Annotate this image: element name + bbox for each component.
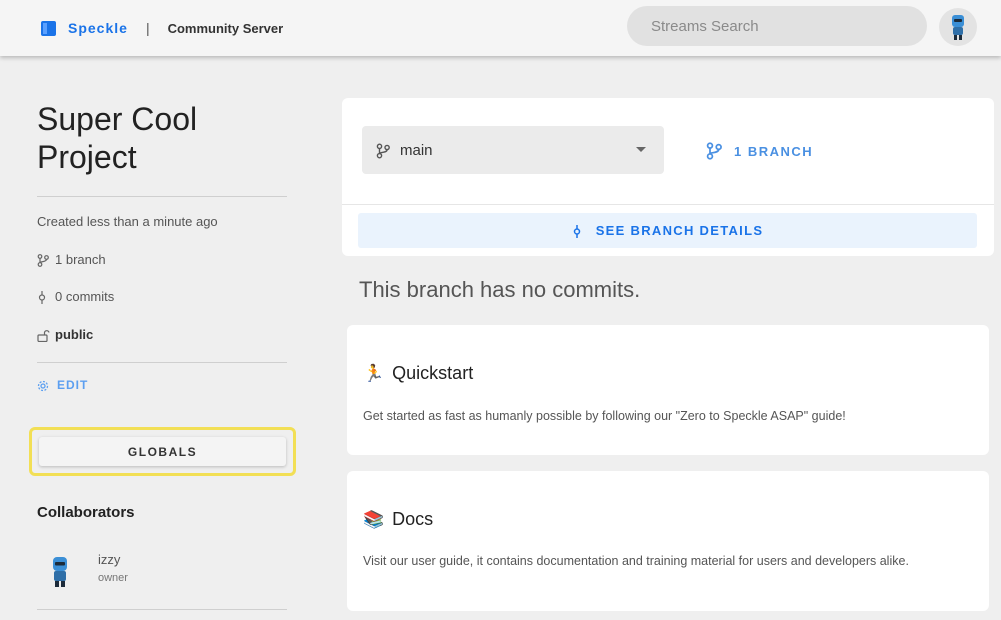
commit-icon	[37, 289, 55, 305]
branch-icon	[376, 141, 390, 158]
edit-stream-button[interactable]: EDIT	[37, 378, 287, 392]
runner-icon: 🏃	[363, 363, 385, 383]
visibility-info: public	[37, 327, 287, 343]
branch-card: main 1 BRANCH SEE BRANCH DETAILS	[342, 98, 994, 256]
collaborator-item[interactable]: izzy owner	[48, 545, 128, 591]
robot-avatar-icon	[53, 557, 67, 587]
commits-count: 0 commits	[55, 289, 115, 305]
edit-label: EDIT	[57, 378, 89, 393]
branch-count-button[interactable]: 1 BRANCH	[706, 142, 813, 160]
empty-state-message: This branch has no commits.	[359, 277, 641, 302]
speckle-logo-icon	[41, 20, 56, 36]
quickstart-title: 🏃 Quickstart	[363, 363, 473, 384]
created-info: Created less than a minute ago	[37, 214, 287, 229]
see-branch-details-button[interactable]: SEE BRANCH DETAILS	[358, 213, 977, 248]
branch-select[interactable]: main	[362, 126, 664, 174]
chevron-down-icon	[636, 147, 646, 152]
docs-card[interactable]: 📚 Docs Visit our user guide, it contains…	[347, 471, 989, 611]
globals-label: GLOBALS	[127, 444, 198, 459]
brand[interactable]: Speckle | Community Server	[41, 20, 283, 36]
streams-search-input[interactable]: Streams Search	[627, 6, 927, 46]
brand-separator: |	[145, 20, 150, 36]
branches-info: 1 branch	[37, 252, 287, 267]
branches-count: 1 branch	[55, 252, 106, 268]
app-bar: Speckle | Community Server Streams Searc…	[0, 0, 1001, 56]
collaborator-info: izzy owner	[98, 552, 128, 584]
stream-sidebar: Super Cool Project Created less than a m…	[37, 100, 287, 392]
collaborator-role: owner	[98, 572, 128, 584]
globals-button[interactable]: GLOBALS	[39, 437, 286, 466]
docs-title-text: Docs	[392, 509, 434, 529]
stream-title-line-1: Super Cool	[37, 101, 198, 137]
unlock-icon	[37, 327, 55, 343]
branch-icon	[706, 142, 722, 160]
quickstart-card[interactable]: 🏃 Quickstart Get started as fast as huma…	[347, 325, 989, 455]
docs-title: 📚 Docs	[363, 509, 433, 530]
selected-branch: main	[400, 141, 433, 159]
divider	[342, 204, 994, 205]
commit-icon	[572, 222, 582, 238]
user-avatar[interactable]	[939, 8, 977, 46]
collaborators-title: Collaborators	[37, 504, 135, 521]
visibility-label: public	[55, 327, 94, 343]
brand-name[interactable]: Speckle	[68, 20, 128, 36]
docs-text: Visit our user guide, it contains docume…	[363, 554, 909, 568]
quickstart-text: Get started as fast as humanly possible …	[363, 409, 846, 423]
gear-icon	[37, 378, 49, 392]
robot-avatar-icon	[952, 15, 964, 40]
divider	[37, 609, 287, 610]
see-details-label: SEE BRANCH DETAILS	[595, 223, 764, 238]
collaborator-name: izzy	[98, 552, 121, 567]
books-icon: 📚	[363, 509, 385, 529]
divider	[37, 196, 287, 197]
search-placeholder: Streams Search	[651, 17, 759, 35]
stream-title: Super Cool Project	[37, 100, 287, 176]
created-label: Created less than a minute ago	[37, 214, 218, 229]
server-name: Community Server	[167, 20, 284, 36]
globals-highlight: GLOBALS	[29, 427, 296, 476]
branch-icon	[37, 252, 55, 267]
divider	[37, 362, 287, 364]
branch-count-label: 1 BRANCH	[734, 143, 814, 159]
stream-title-line-2: Project	[37, 139, 137, 175]
quickstart-title-text: Quickstart	[392, 363, 474, 383]
commits-info: 0 commits	[37, 289, 287, 305]
